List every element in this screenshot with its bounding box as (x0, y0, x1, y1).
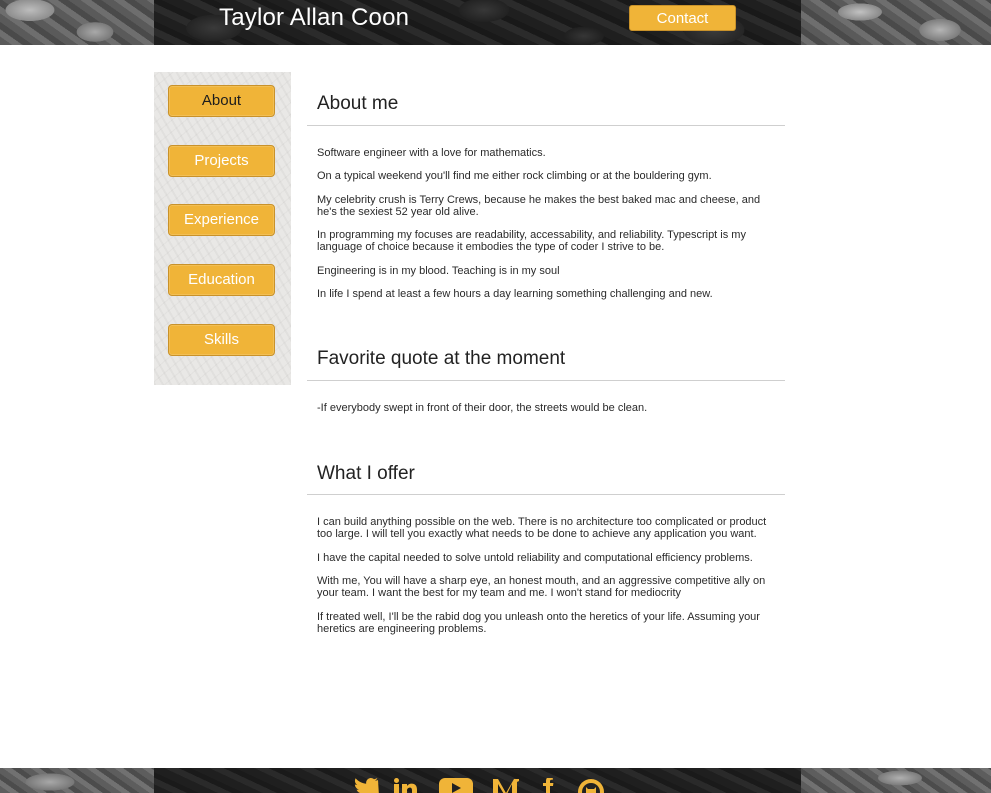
footer-banner (154, 768, 801, 793)
nav-about-button[interactable]: About (168, 85, 275, 117)
offer-paragraph: I can build anything possible on the web… (317, 516, 767, 540)
medium-icon[interactable] (493, 778, 519, 793)
page: Taylor Allan Coon Contact About Projects… (0, 0, 991, 793)
facebook-icon[interactable] (541, 778, 557, 793)
about-paragraph: In life I spend at least a few hours a d… (317, 288, 713, 300)
quote-title: Favorite quote at the moment (317, 348, 566, 369)
offer-title: What I offer (317, 463, 415, 484)
about-paragraph: Engineering is in my blood. Teaching is … (317, 265, 560, 277)
about-title: About me (317, 93, 399, 114)
offer-paragraph: I have the capital needed to solve untol… (317, 552, 753, 564)
footer (0, 768, 991, 793)
linkedin-icon[interactable] (394, 778, 420, 793)
about-paragraph: Software engineer with a love for mathem… (317, 147, 546, 159)
site-title: Taylor Allan Coon (219, 4, 410, 31)
about-divider (307, 125, 785, 126)
header: Taylor Allan Coon Contact (0, 0, 991, 45)
sidebar-nav: About Projects Experience Education Skil… (154, 72, 291, 385)
quote-text: -If everybody swept in front of their do… (317, 402, 648, 414)
offer-divider (307, 494, 785, 495)
nav-skills-button[interactable]: Skills (168, 324, 275, 356)
twitter-icon[interactable] (351, 778, 379, 793)
about-paragraph: On a typical weekend you'll find me eith… (317, 170, 712, 182)
nav-projects-button[interactable]: Projects (168, 145, 275, 177)
github-icon[interactable] (577, 778, 605, 793)
youtube-icon[interactable] (439, 778, 473, 793)
about-paragraph: In programming my focuses are readabilit… (317, 229, 746, 253)
offer-paragraph: If treated well, I'll be the rabid dog y… (317, 611, 760, 635)
contact-button[interactable]: Contact (629, 5, 736, 31)
nav-experience-button[interactable]: Experience (168, 204, 275, 236)
about-paragraph: My celebrity crush is Terry Crews, becau… (317, 194, 761, 218)
quote-divider (307, 380, 785, 381)
nav-education-button[interactable]: Education (168, 264, 275, 296)
offer-paragraph: With me, You will have a sharp eye, an h… (317, 575, 766, 599)
